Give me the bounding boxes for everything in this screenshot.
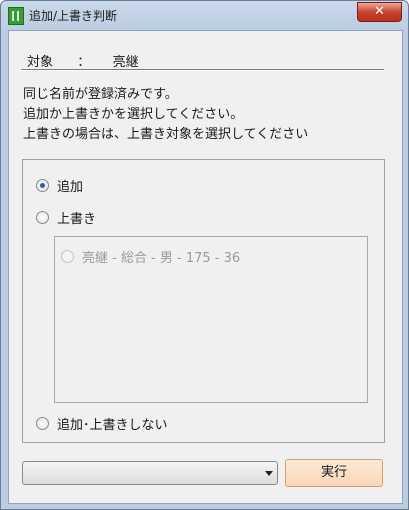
app-icon xyxy=(8,7,24,25)
candidate-item: 亮継 - 総合 - 男 - 175 - 36 xyxy=(61,247,240,266)
target-row: 対象 ： 亮継 xyxy=(27,51,139,70)
title-bar[interactable]: 追加/上書き判断 ✕ xyxy=(1,1,408,29)
message-line-1: 同じ名前が登録済みです。 xyxy=(23,87,178,102)
dialog-window: 追加/上書き判断 ✕ 対象 ： 亮継 同じ名前が登録済みです。 追加か上書きかを… xyxy=(0,0,409,510)
target-label: 対象 xyxy=(27,55,54,70)
radio-add-indicator[interactable] xyxy=(36,179,49,192)
dialog-body: 対象 ： 亮継 同じ名前が登録済みです。 追加か上書きかを選択してください。 上… xyxy=(8,30,403,504)
radio-overwrite[interactable]: 上書き xyxy=(36,208,96,227)
radio-add[interactable]: 追加 xyxy=(36,176,83,195)
radio-overwrite-label: 上書き xyxy=(57,212,97,227)
close-button[interactable]: ✕ xyxy=(357,2,402,22)
radio-overwrite-indicator[interactable] xyxy=(36,211,49,224)
candidate-label: 亮継 - 総合 - 男 - 175 - 36 xyxy=(82,251,241,266)
separator xyxy=(21,69,384,71)
execute-button[interactable]: 実行 xyxy=(285,459,383,487)
chevron-down-icon[interactable] xyxy=(265,471,273,476)
radio-add-label: 追加 xyxy=(57,180,84,195)
radio-no-change-indicator[interactable] xyxy=(36,417,49,430)
message-line-3: 上書きの場合は、上書き対象を選択してください xyxy=(23,127,309,142)
target-value: 亮継 xyxy=(112,55,139,70)
radio-no-change-label: 追加･上書きしない xyxy=(57,418,168,433)
target-colon: ： xyxy=(77,55,91,70)
candidate-radio-indicator xyxy=(61,250,74,263)
window-title: 追加/上書き判断 xyxy=(29,9,118,23)
message-line-2: 追加か上書きかを選択してください。 xyxy=(23,107,244,122)
radio-no-change[interactable]: 追加･上書きしない xyxy=(36,414,168,433)
selection-dropdown[interactable] xyxy=(22,461,278,485)
overwrite-target-list[interactable]: 亮継 - 総合 - 男 - 175 - 36 xyxy=(54,236,368,403)
